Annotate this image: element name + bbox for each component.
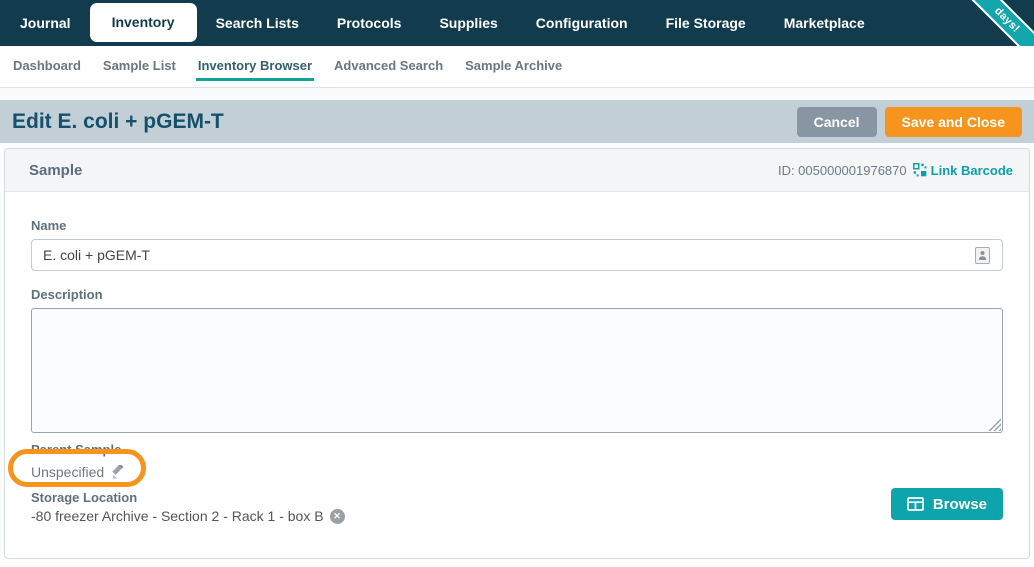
nav-item-inventory[interactable]: Inventory xyxy=(90,3,197,42)
save-and-close-button[interactable]: Save and Close xyxy=(885,107,1023,137)
sample-card: Sample ID: 005000001976870 Link Bar xyxy=(4,148,1030,559)
subnav-item-sample-archive[interactable]: Sample Archive xyxy=(454,46,573,87)
name-input[interactable] xyxy=(31,239,1003,271)
description-field-label: Description xyxy=(31,287,1003,302)
trial-ribbon-container: days! xyxy=(950,0,1034,46)
autofill-icon[interactable] xyxy=(975,247,990,264)
nav-item-journal[interactable]: Journal xyxy=(1,0,90,46)
content-area: Sample ID: 005000001976870 Link Bar xyxy=(0,143,1034,559)
browse-button[interactable]: Browse xyxy=(891,488,1003,520)
sample-card-body: Name Description xyxy=(5,192,1029,558)
sample-section-title: Sample xyxy=(29,162,778,179)
table-grid-icon xyxy=(907,497,924,511)
spacer xyxy=(0,88,1034,100)
parent-sample-section: Parent Sample Unspecified xyxy=(31,442,1003,483)
link-barcode-button[interactable]: Link Barcode xyxy=(913,163,1013,178)
inventory-sub-navigation: Dashboard Sample List Inventory Browser … xyxy=(0,46,1034,88)
parent-sample-value: Unspecified xyxy=(31,464,104,480)
nav-item-search-lists[interactable]: Search Lists xyxy=(197,0,318,46)
nav-item-file-storage[interactable]: File Storage xyxy=(647,0,765,46)
app-window: Journal Inventory Search Lists Protocols… xyxy=(0,0,1034,567)
storage-location-section: Storage Location -80 freezer Archive - S… xyxy=(31,490,1003,524)
parent-sample-label: Parent Sample xyxy=(31,442,1003,457)
page-title: Edit E. coli + pGEM-T xyxy=(12,110,797,134)
name-input-wrap xyxy=(31,239,1003,271)
edit-pencil-icon[interactable] xyxy=(111,465,126,480)
description-textarea-wrap xyxy=(31,308,1003,433)
sample-card-header: Sample ID: 005000001976870 Link Bar xyxy=(5,149,1029,192)
trial-days-ribbon[interactable]: days! xyxy=(953,0,1034,46)
nav-item-marketplace[interactable]: Marketplace xyxy=(765,0,884,46)
subnav-item-sample-list[interactable]: Sample List xyxy=(92,46,187,87)
nav-item-configuration[interactable]: Configuration xyxy=(517,0,647,46)
storage-location-value: -80 freezer Archive - Section 2 - Rack 1… xyxy=(31,508,324,524)
storage-location-label: Storage Location xyxy=(31,490,1003,505)
top-navigation: Journal Inventory Search Lists Protocols… xyxy=(0,0,1034,46)
nav-item-supplies[interactable]: Supplies xyxy=(420,0,516,46)
lower-section: Parent Sample Unspecified xyxy=(31,442,1003,558)
cancel-button[interactable]: Cancel xyxy=(797,107,877,137)
description-textarea[interactable] xyxy=(31,308,1003,433)
subnav-item-advanced-search[interactable]: Advanced Search xyxy=(323,46,454,87)
nav-item-protocols[interactable]: Protocols xyxy=(318,0,421,46)
barcode-icon xyxy=(913,163,931,177)
subnav-item-inventory-browser[interactable]: Inventory Browser xyxy=(187,46,323,87)
page-header-bar: Edit E. coli + pGEM-T Cancel Save and Cl… xyxy=(0,100,1034,143)
sample-id-label: ID: 005000001976870 xyxy=(778,163,907,178)
name-field-label: Name xyxy=(31,218,1003,233)
remove-location-icon[interactable]: ✕ xyxy=(330,509,345,524)
link-barcode-label: Link Barcode xyxy=(931,163,1013,178)
browse-button-label: Browse xyxy=(933,496,987,513)
subnav-item-dashboard[interactable]: Dashboard xyxy=(2,46,92,87)
